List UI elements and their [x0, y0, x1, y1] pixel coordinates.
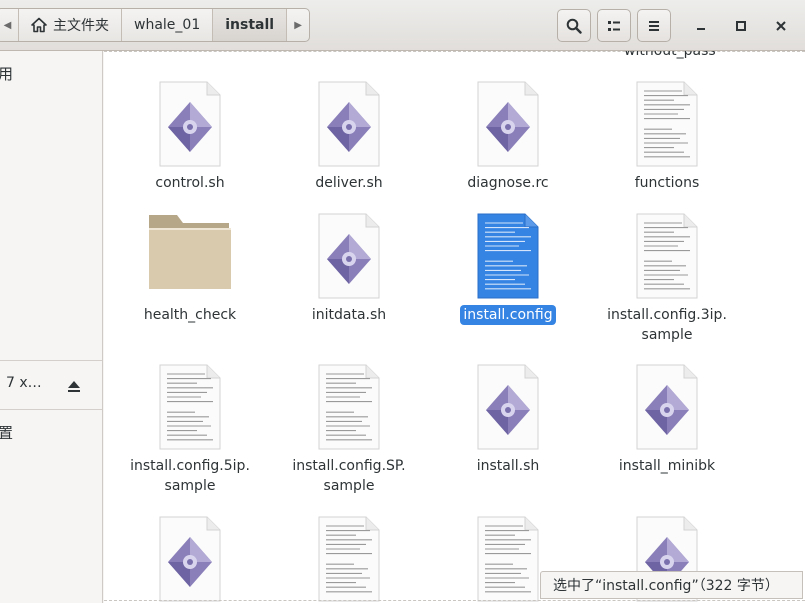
folder-icon — [147, 207, 233, 297]
header-bar: ◀ 主文件夹 whale_01 install ▶ — [0, 0, 805, 51]
script-file-icon — [636, 364, 698, 454]
text-file-icon — [318, 516, 380, 603]
minimize-icon — [697, 27, 705, 30]
view-toggle-button[interactable] — [597, 9, 631, 42]
search-icon — [566, 18, 582, 34]
text-file-icon — [159, 364, 221, 454]
file-name-label: initdata.sh — [311, 307, 387, 323]
close-icon — [776, 20, 786, 31]
sidebar-item-bottom[interactable]: 置 — [0, 422, 13, 443]
file-name-label: functions — [634, 175, 700, 191]
file-name-label: install_minibk — [618, 458, 716, 474]
text-file-icon — [636, 81, 698, 171]
script-file-icon — [318, 81, 380, 171]
file-label-overflow: without_pass — [624, 51, 716, 59]
file-name-label: install.sh — [476, 458, 540, 474]
script-file-icon — [477, 81, 539, 171]
text-file-icon — [477, 516, 539, 603]
menu-icon — [649, 20, 659, 31]
search-button[interactable] — [557, 9, 591, 42]
breadcrumb-install[interactable]: install — [213, 9, 288, 41]
maximize-icon — [736, 20, 746, 31]
home-icon — [31, 17, 47, 33]
sidebar: 用 7 x… 置 — [0, 51, 103, 603]
breadcrumb-home[interactable]: 主文件夹 — [19, 9, 122, 41]
file-name-label: health_check — [143, 307, 237, 323]
breadcrumb-forward-arrow[interactable]: ▶ — [287, 9, 309, 41]
rubberband-bottom-edge — [104, 600, 805, 601]
view-toggle-icon — [608, 20, 620, 31]
file-grid: without_pass control.sh deliver.sh diagn… — [104, 51, 805, 603]
text-file-icon — [477, 213, 539, 303]
script-file-icon — [159, 81, 221, 171]
file-name-label: diagnose.rc — [467, 175, 549, 191]
file-name-label: install.config.SP. sample — [292, 458, 406, 494]
breadcrumb-whale-label: whale_01 — [134, 17, 201, 33]
status-text: 选中了“install.config”（322 字节） — [553, 578, 779, 594]
close-button[interactable] — [764, 9, 798, 42]
sidebar-divider-2 — [0, 409, 102, 410]
breadcrumb-install-label: install — [225, 17, 275, 33]
status-bar: 选中了“install.config”（322 字节） — [540, 571, 803, 599]
eject-icon[interactable] — [66, 378, 82, 394]
file-name-label: install.config.5ip. sample — [130, 458, 250, 494]
script-file-icon — [477, 364, 539, 454]
script-file-icon — [318, 213, 380, 303]
file-name-label: install.config — [428, 305, 588, 325]
text-file-icon — [636, 213, 698, 303]
breadcrumb-back-arrow[interactable]: ◀ — [0, 9, 19, 41]
menu-button[interactable] — [637, 9, 671, 42]
sidebar-item-top[interactable]: 用 — [0, 63, 13, 84]
breadcrumb-whale[interactable]: whale_01 — [122, 9, 214, 41]
file-name-label: control.sh — [155, 175, 225, 191]
text-file-icon — [318, 364, 380, 454]
sidebar-divider — [0, 360, 102, 361]
file-name-label: install.config.3ip. sample — [607, 307, 727, 343]
breadcrumb-home-label: 主文件夹 — [53, 18, 109, 34]
maximize-button[interactable] — [724, 9, 758, 42]
script-file-icon — [159, 516, 221, 603]
breadcrumb: ◀ 主文件夹 whale_01 install ▶ — [0, 8, 311, 42]
file-name-label: deliver.sh — [315, 175, 383, 191]
minimize-button[interactable] — [684, 9, 718, 42]
sidebar-item-device[interactable]: 7 x… — [6, 375, 42, 391]
file-manager-window: ◀ 主文件夹 whale_01 install ▶ 7 x… without_p… — [0, 0, 805, 603]
